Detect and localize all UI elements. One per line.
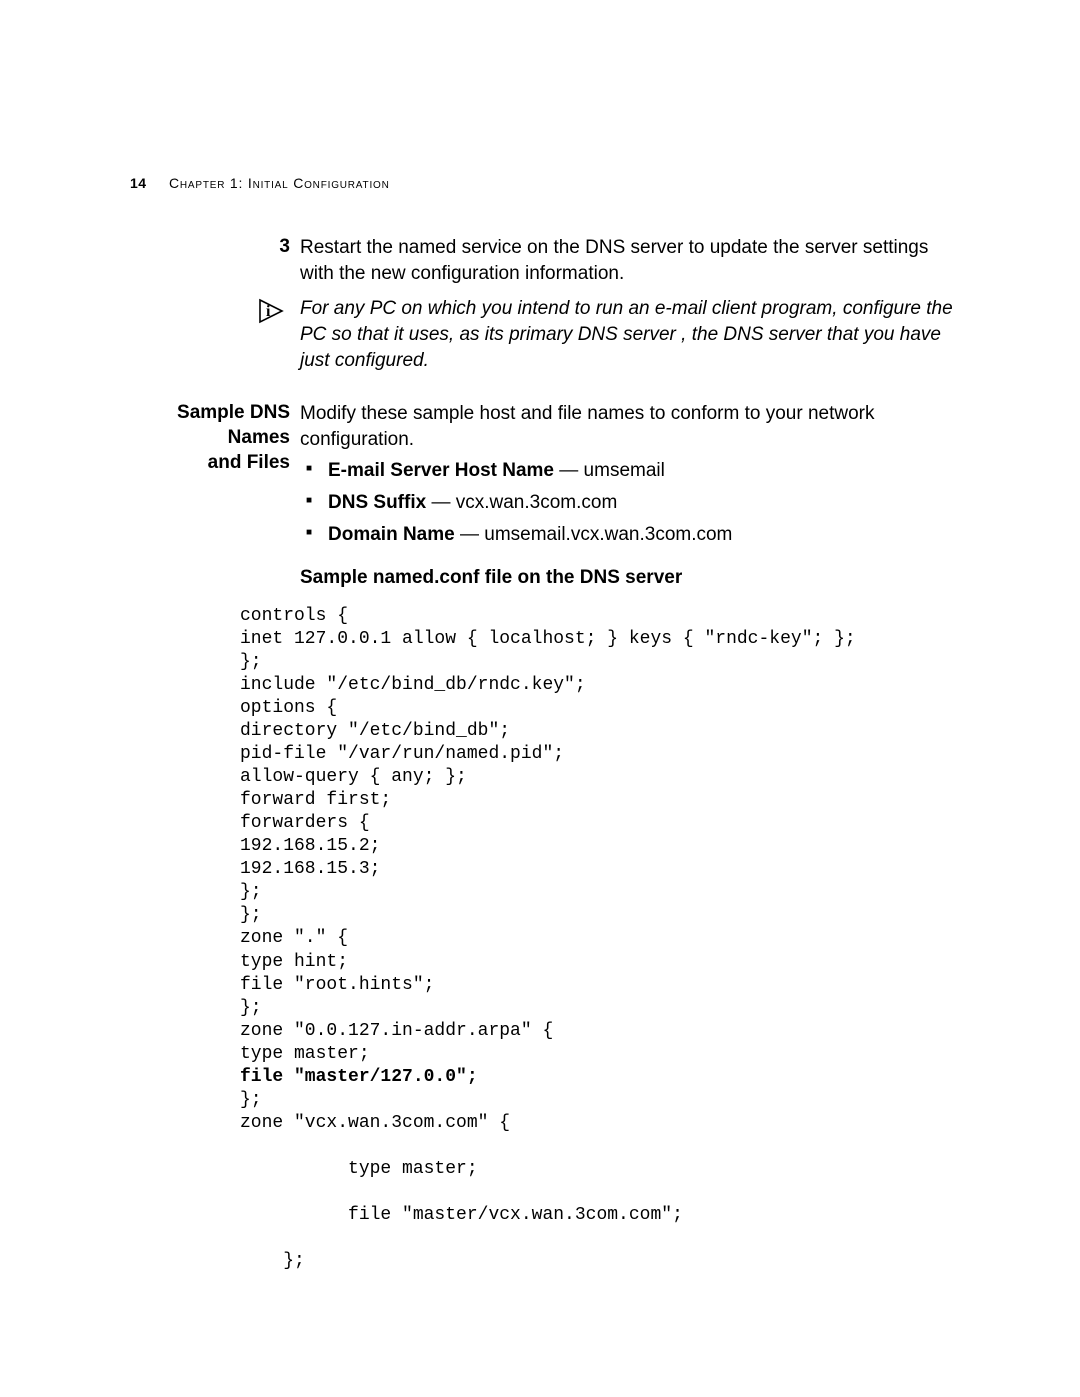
code-line: options { (240, 698, 337, 718)
bullet-domain-value: — umsemail.vcx.wan.3com.com (455, 524, 733, 545)
section-margin-title: Sample DNS Names and Files (120, 401, 300, 475)
bullet-email-value: — umsemail (554, 460, 665, 481)
code-line: zone "." { (240, 928, 348, 948)
section-row: Sample DNS Names and Files Modify these … (120, 401, 960, 591)
info-note-row: i For any PC on which you intend to run … (120, 296, 960, 373)
code-line: type hint; (240, 952, 348, 972)
code-line: file "root.hints"; (240, 975, 434, 995)
svg-text:i: i (266, 303, 271, 320)
margin-title-line1: Sample DNS Names (120, 401, 290, 450)
step-number: 3 (270, 235, 290, 260)
info-icon-col: i (120, 296, 300, 334)
code-line: allow-query { any; }; (240, 767, 467, 787)
bullet-suffix: DNS Suffix — vcx.wan.3com.com (328, 490, 960, 516)
code-line: file "master/vcx.wan.3com.com"; (240, 1205, 683, 1225)
info-note-text: For any PC on which you intend to run an… (300, 296, 960, 373)
code-block: controls { inet 127.0.0.1 allow { localh… (240, 605, 960, 1273)
section-intro: Modify these sample host and file names … (300, 401, 960, 452)
bullet-domain: Domain Name — umsemail.vcx.wan.3com.com (328, 522, 960, 548)
code-line: 192.168.15.2; (240, 836, 380, 856)
code-line: }; (240, 1090, 262, 1110)
bullet-suffix-value: — vcx.wan.3com.com (426, 492, 617, 513)
subheading: Sample named.conf file on the DNS server (300, 565, 960, 591)
bullet-email: E-mail Server Host Name — umsemail (328, 458, 960, 484)
info-icon: i (256, 310, 290, 331)
bullet-domain-label: Domain Name (328, 524, 455, 545)
page-content: 3 Restart the named service on the DNS s… (120, 235, 960, 1273)
code-line: forward first; (240, 790, 391, 810)
code-line: directory "/etc/bind_db"; (240, 721, 510, 741)
code-line: }; (240, 652, 262, 672)
bullet-suffix-label: DNS Suffix (328, 492, 426, 513)
code-line: zone "0.0.127.in-addr.arpa" { (240, 1021, 553, 1041)
code-line: include "/etc/bind_db/rndc.key"; (240, 675, 586, 695)
bullet-email-label: E-mail Server Host Name (328, 460, 554, 481)
code-line: }; (240, 1251, 305, 1271)
code-line: }; (240, 882, 262, 902)
step-text: Restart the named service on the DNS ser… (300, 235, 960, 286)
section-body: Modify these sample host and file names … (300, 401, 960, 591)
chapter-title: Chapter 1: Initial Configuration (169, 175, 390, 191)
margin-title-line2: and Files (120, 451, 290, 476)
code-line: controls { (240, 606, 348, 626)
code-line: zone "vcx.wan.3com.com" { (240, 1113, 510, 1133)
code-line: forwarders { (240, 813, 370, 833)
document-page: 14 Chapter 1: Initial Configuration 3 Re… (0, 0, 1080, 1397)
code-line: type master; (240, 1159, 478, 1179)
step-number-col: 3 (120, 235, 300, 260)
code-line: file "master/127.0.0"; (240, 1067, 478, 1087)
bullet-list: E-mail Server Host Name — umsemail DNS S… (300, 458, 960, 547)
code-line: pid-file "/var/run/named.pid"; (240, 744, 564, 764)
code-line: inet 127.0.0.1 allow { localhost; } keys… (240, 629, 856, 649)
step-3-row: 3 Restart the named service on the DNS s… (120, 235, 960, 286)
page-number: 14 (130, 175, 147, 191)
page-header: 14 Chapter 1: Initial Configuration (130, 175, 390, 191)
code-line: }; (240, 998, 262, 1018)
code-line: }; (240, 905, 262, 925)
code-line: 192.168.15.3; (240, 859, 380, 879)
code-line: type master; (240, 1044, 370, 1064)
